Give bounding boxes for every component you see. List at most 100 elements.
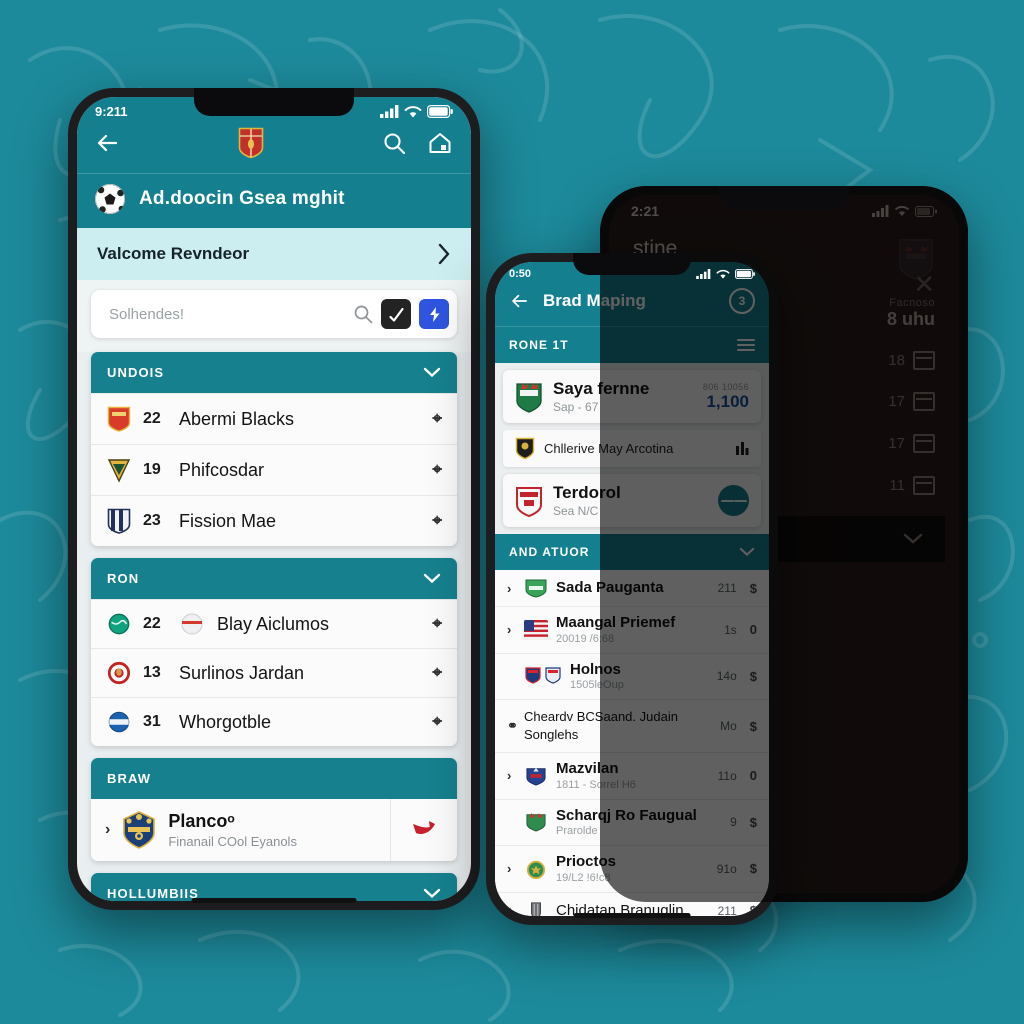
row-arrow: › [507,861,512,877]
feature-card-sub: Sap - 67 [553,400,599,414]
row-value: 211 [717,903,737,917]
left-top-region: 9:211 Ad.doocin Gsea mghit [77,97,471,228]
center-page-title: Brad Maping [543,291,646,310]
table-row[interactable]: 22 Blay Aiclumos ⌖ [91,599,457,648]
row-number: 23 [143,512,161,529]
row-unit: $ [749,668,757,684]
row-name: Phifcosdar [179,459,265,480]
card-icon [913,392,935,411]
feature-card-meta: 806 10056 [702,381,749,392]
row-name: Sada Pauganta [556,579,664,596]
right-row-value: 11 [889,477,905,494]
center-section-header[interactable]: AND ATUOR [495,534,769,570]
row-name: Surlinos Jardan [179,662,305,683]
battery-icon [915,205,937,217]
list-item[interactable]: Holnos 1505leOup 14o $ [495,653,769,700]
thin-list-row[interactable]: Chllerive May Arcotina [503,430,761,467]
equals-menu-icon[interactable] [718,485,749,516]
section-header-label: BRAW [107,771,152,786]
green-globe-crest [108,613,130,635]
braw-card-action[interactable] [391,799,457,861]
card-icon [913,434,935,453]
center-section-label: AND ATUOR [509,545,590,559]
section-group: BRAW › Plancoᵒ Finanail COol Eyanols [91,758,457,861]
right-row-value: 18 [888,352,905,369]
list-item[interactable]: ⚭ Cheardv BCSaand. Judain Songlehs Mo $ [495,700,769,753]
home-icon[interactable] [427,130,453,156]
drag-handle-icon[interactable]: ⌖ [432,663,442,683]
row-name: Fission Mae [179,510,277,531]
second-card-text: Terdorol Sea N/C [553,483,708,518]
key-icon: ⚭ [507,718,518,733]
center-rows-list: › Sada Pauganta 211 $ › Maangal Priemef … [495,570,769,916]
welcome-banner[interactable]: Valcome Revndeor [77,228,471,280]
row-value: 14o [716,669,737,684]
list-item[interactable]: › Sada Pauganta 211 $ [495,570,769,607]
list-item[interactable]: › Prioctos 19/L2 !6!c8 91o $ [495,846,769,893]
lightning-bolt-icon[interactable] [419,299,449,329]
chevron-right-icon [438,243,450,265]
back-arrow-icon[interactable] [95,130,121,156]
left-phone-screen[interactable]: 9:211 Ad.doocin Gsea mghit Valcome Revnd… [77,97,471,901]
chevron-down-icon [903,533,923,544]
drag-handle-icon[interactable]: ⌖ [432,614,442,634]
search-icon[interactable] [353,304,373,324]
row-arrow: › [507,622,512,638]
table-row[interactable]: 19 Phifcosdar ⌖ [91,444,457,495]
list-item[interactable]: › Mazvilan 1811 - Sorrel H6 11o 0 [495,753,769,800]
braw-card-title: Plancoᵒ [168,811,235,832]
card-icon [913,351,935,370]
table-row[interactable]: 13 Surlinos Jardan ⌖ [91,648,457,697]
left-status-icons [380,105,453,118]
search-bar[interactable] [91,290,457,338]
section-header[interactable]: BRAW [91,758,457,799]
wifi-icon [716,269,730,279]
section-header-label: RON [107,571,140,586]
drag-handle-icon[interactable]: ⌖ [432,712,442,732]
welcome-label: Valcome Revndeor [97,244,250,263]
club-crest-icon[interactable] [238,127,264,159]
row-unit: $ [749,718,757,734]
notification-badge[interactable]: 3 [729,288,755,314]
back-arrow-icon[interactable] [509,291,531,311]
search-input[interactable] [107,304,345,324]
red-target-crest [107,661,131,685]
drag-handle-icon[interactable]: ⌖ [432,511,442,531]
list-item[interactable]: › Maangal Priemef 20019 /6:68 1s 0 [495,607,769,654]
center-phone-screen[interactable]: 0:50 Brad Maping 3 RONE 1T Saya fernne S… [495,262,769,916]
list-item[interactable]: Scharqj Ro Faugual Prarolde 9 $ [495,799,769,846]
row-sub: 1505leOup [570,679,624,691]
feature-card-text: Saya fernne Sap - 67 [553,379,693,414]
search-icon[interactable] [381,130,407,156]
double-crest-icon [525,667,561,684]
drag-handle-icon[interactable]: ⌖ [432,409,442,429]
braw-card[interactable]: › Plancoᵒ Finanail COol Eyanols [91,799,457,861]
row-sub: 1811 - Sorrel H6 [556,778,636,791]
usa-flag-icon [524,619,548,640]
section-header[interactable]: HOLLUMBIIS [91,873,457,901]
battery-icon [427,105,453,118]
hamburger-menu-icon[interactable] [737,336,755,354]
search-area [77,280,471,352]
right-status-time: 2:21 [631,203,660,219]
drag-handle-icon[interactable]: ⌖ [432,460,442,480]
stat-icon[interactable] [735,441,749,456]
second-card[interactable]: Terdorol Sea N/C [503,474,761,527]
center-app-bar: Brad Maping 3 [495,282,769,326]
green-double-star-crest [526,813,546,832]
row-number: 22 [143,410,161,427]
braw-card-main[interactable]: › Plancoᵒ Finanail COol Eyanols [91,799,391,861]
row-unit: 0 [749,622,757,638]
row-value: 91o [716,861,737,876]
section-header[interactable]: UNDOIS [91,352,457,393]
table-row[interactable]: 31 Whorgotble ⌖ [91,697,457,746]
table-row[interactable]: 23 Fission Mae ⌖ [91,495,457,546]
red-white-crest [516,486,542,517]
check-brush-icon[interactable] [381,299,411,329]
feature-card[interactable]: Saya fernne Sap - 67 806 10056 1,100 [503,370,761,423]
right-meta-value: 8 uhu [887,309,935,329]
center-top-region: 0:50 Brad Maping 3 RONE 1T [495,262,769,363]
grey-shield-icon [531,901,541,916]
table-row[interactable]: 22 Abermi Blacks ⌖ [91,393,457,444]
section-header[interactable]: RON [91,558,457,599]
